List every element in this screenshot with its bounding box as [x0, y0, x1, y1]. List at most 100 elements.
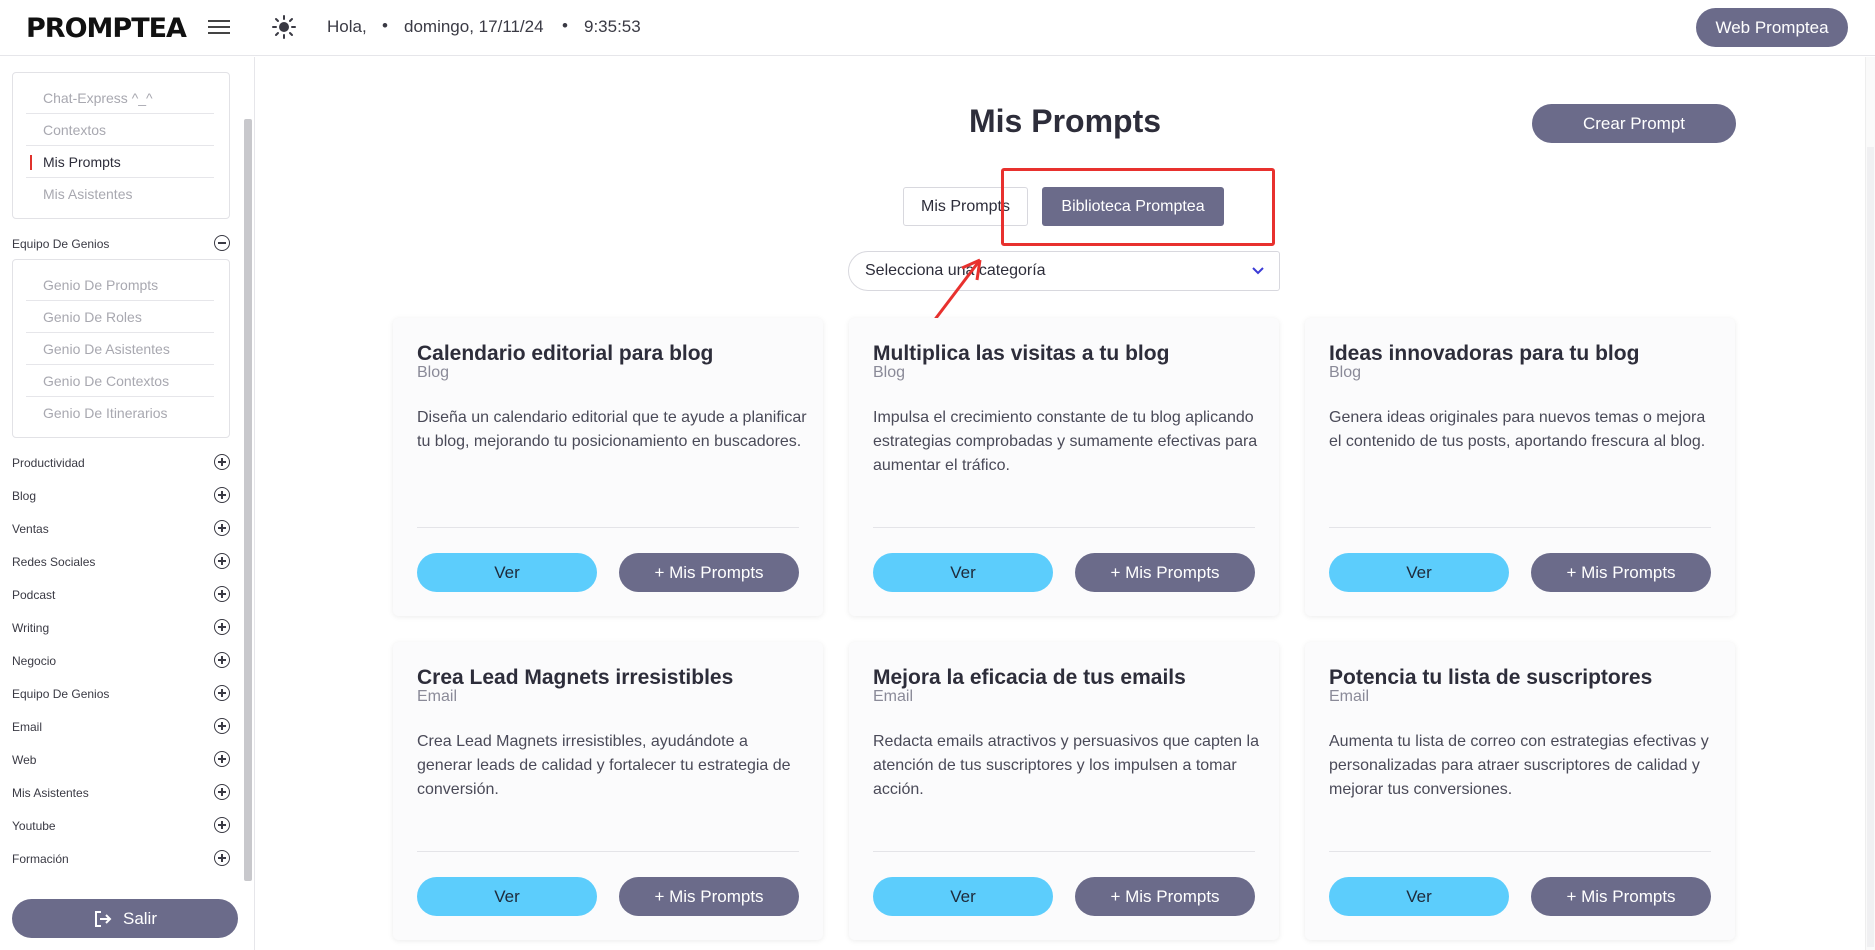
- plus-circle-icon[interactable]: [214, 586, 230, 602]
- prompt-card: Ideas innovadoras para tu blog Blog Gene…: [1305, 318, 1735, 616]
- add-to-my-prompts-button[interactable]: + Mis Prompts: [619, 877, 799, 916]
- main-scrollbar[interactable]: [1865, 57, 1875, 950]
- menu-item-mis-asistentes[interactable]: Mis Asistentes: [43, 186, 132, 202]
- greeting: Hola,: [327, 17, 367, 36]
- main-scrollbar-thumb[interactable]: [1867, 147, 1874, 947]
- menu-item-genio-prompts[interactable]: Genio De Prompts: [43, 277, 158, 293]
- section-label: Podcast: [12, 588, 56, 602]
- logout-button[interactable]: Salir: [12, 899, 238, 938]
- menu-divider: [26, 364, 214, 365]
- annotation-highlight-box: [1001, 168, 1275, 246]
- section-equipo-de-genios-2[interactable]: Equipo De Genios: [12, 685, 230, 701]
- section-ventas[interactable]: Ventas: [12, 520, 230, 536]
- plus-circle-icon[interactable]: [214, 454, 230, 470]
- section-label: Ventas: [12, 522, 49, 536]
- section-label: Negocio: [12, 654, 57, 668]
- add-to-my-prompts-button[interactable]: + Mis Prompts: [1075, 877, 1255, 916]
- menu-item-genio-contextos[interactable]: Genio De Contextos: [43, 373, 169, 389]
- sidebar-scrollbar[interactable]: [244, 119, 252, 881]
- section-label: Writing: [12, 621, 50, 635]
- section-web[interactable]: Web: [12, 751, 230, 767]
- section-label: Equipo De Genios: [12, 687, 110, 701]
- section-negocio[interactable]: Negocio: [12, 652, 230, 668]
- card-title: Ideas innovadoras para tu blog: [1329, 342, 1640, 365]
- plus-circle-icon[interactable]: [214, 553, 230, 569]
- section-label: Web: [12, 753, 37, 767]
- menu-item-mis-prompts[interactable]: Mis Prompts: [43, 154, 121, 170]
- view-button[interactable]: Ver: [873, 877, 1053, 916]
- card-description: Redacta emails atractivos y persuasivos …: [873, 733, 1259, 798]
- add-to-my-prompts-button[interactable]: + Mis Prompts: [1531, 877, 1711, 916]
- add-to-my-prompts-button[interactable]: + Mis Prompts: [1075, 553, 1255, 592]
- menu-divider: [26, 396, 214, 397]
- plus-circle-icon[interactable]: [214, 784, 230, 800]
- plus-circle-icon[interactable]: [214, 652, 230, 668]
- view-button[interactable]: Ver: [417, 877, 597, 916]
- view-button[interactable]: Ver: [1329, 877, 1509, 916]
- card-category: Blog: [1329, 364, 1362, 381]
- card-divider: [873, 851, 1255, 852]
- active-item-marker: [30, 155, 32, 170]
- section-label: Formación: [12, 852, 69, 866]
- plus-circle-icon[interactable]: [214, 718, 230, 734]
- web-promptea-button[interactable]: Web Promptea: [1696, 8, 1848, 47]
- view-button[interactable]: Ver: [417, 553, 597, 592]
- sun-icon[interactable]: [271, 14, 297, 40]
- add-to-my-prompts-button[interactable]: + Mis Prompts: [1531, 553, 1711, 592]
- menu-item-genio-asistentes[interactable]: Genio De Asistentes: [43, 341, 170, 357]
- plus-circle-icon[interactable]: [214, 487, 230, 503]
- card-title: Calendario editorial para blog: [417, 342, 714, 365]
- separator-dot: •: [382, 16, 388, 35]
- menu-divider: [26, 113, 214, 114]
- section-youtube[interactable]: Youtube: [12, 817, 230, 833]
- card-title: Mejora la eficacia de tus emails: [873, 666, 1186, 689]
- card-description: Genera ideas originales para nuevos tema…: [1329, 409, 1706, 450]
- section-label: Blog: [12, 489, 37, 503]
- menu-item-chat-express[interactable]: Chat-Express ^_^: [43, 90, 153, 106]
- section-productividad[interactable]: Productividad: [12, 454, 230, 470]
- card-divider: [417, 527, 799, 528]
- section-email[interactable]: Email: [12, 718, 230, 734]
- section-formacion[interactable]: Formación: [12, 850, 230, 866]
- section-equipo-de-genios[interactable]: Equipo De Genios: [12, 235, 230, 251]
- plus-circle-icon[interactable]: [214, 850, 230, 866]
- menu-item-contextos[interactable]: Contextos: [43, 122, 106, 138]
- section-label: Productividad: [12, 456, 85, 470]
- view-button[interactable]: Ver: [873, 553, 1053, 592]
- menu-item-genio-roles[interactable]: Genio De Roles: [43, 309, 142, 325]
- plus-circle-icon[interactable]: [214, 520, 230, 536]
- card-title: Crea Lead Magnets irresistibles: [417, 666, 734, 689]
- section-podcast[interactable]: Podcast: [12, 586, 230, 602]
- view-button[interactable]: Ver: [1329, 553, 1509, 592]
- section-blog[interactable]: Blog: [12, 487, 230, 503]
- plus-circle-icon[interactable]: [214, 619, 230, 635]
- menu-divider: [26, 300, 214, 301]
- section-redes-sociales[interactable]: Redes Sociales: [12, 553, 230, 569]
- menu-divider: [26, 145, 214, 146]
- page-title: Mis Prompts: [968, 103, 1162, 139]
- current-date: domingo, 17/11/24: [404, 17, 544, 36]
- section-mis-asistentes[interactable]: Mis Asistentes: [12, 784, 230, 800]
- card-divider: [417, 851, 799, 852]
- card-title: Potencia tu lista de suscriptores: [1329, 666, 1653, 689]
- card-category: Blog: [417, 364, 450, 381]
- hamburger-icon[interactable]: [208, 17, 230, 37]
- top-bar: PROMPTEA Hola, • domingo, 17/11/24 • 9:3…: [0, 0, 1875, 56]
- menu-item-genio-itinerarios[interactable]: Genio De Itinerarios: [43, 405, 168, 421]
- plus-circle-icon[interactable]: [214, 751, 230, 767]
- create-prompt-button[interactable]: Crear Prompt: [1532, 104, 1736, 143]
- promptea-logo[interactable]: PROMPTEA: [26, 13, 187, 44]
- add-to-my-prompts-button[interactable]: + Mis Prompts: [619, 553, 799, 592]
- sidebar: Chat-Express ^_^ Contextos Mis Prompts M…: [0, 57, 255, 950]
- plus-circle-icon[interactable]: [214, 685, 230, 701]
- prompt-card: Mejora la eficacia de tus emails Email R…: [849, 642, 1279, 940]
- prompt-card: Multiplica las visitas a tu blog Blog Im…: [849, 318, 1279, 616]
- section-label: Equipo De Genios: [12, 237, 110, 251]
- card-category: Email: [1329, 688, 1370, 705]
- card-description: Aumenta tu lista de correo con estrategi…: [1329, 733, 1709, 798]
- plus-circle-icon[interactable]: [214, 817, 230, 833]
- minus-circle-icon[interactable]: [214, 235, 230, 251]
- section-writing[interactable]: Writing: [12, 619, 230, 635]
- card-category: Email: [873, 688, 914, 705]
- section-label: Mis Asistentes: [12, 786, 89, 800]
